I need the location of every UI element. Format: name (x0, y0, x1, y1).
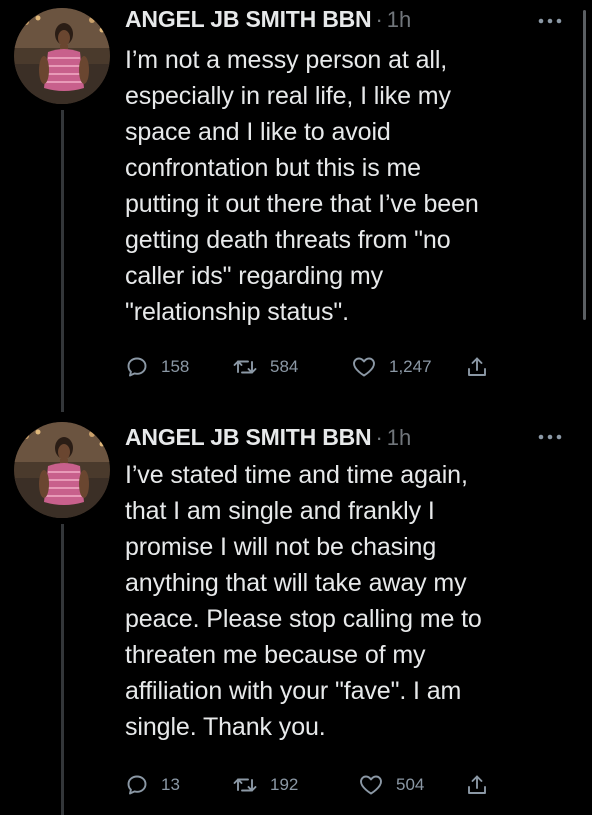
reply-count: 158 (161, 357, 190, 376)
tweet-header: ANGEL JB SMITH BBN · 1h (125, 424, 411, 454)
tweet-text: I’ve stated time and time again, that I … (125, 461, 482, 741)
reply-icon (127, 357, 147, 377)
reply-count: 13 (161, 775, 180, 794)
reply-icon (127, 775, 147, 795)
like-count: 1,247 (389, 357, 432, 376)
tweet-text: I’m not a messy person at all, especiall… (125, 46, 479, 326)
retweet-icon (233, 778, 257, 792)
author-name[interactable]: ANGEL JB SMITH BBN (125, 424, 372, 451)
avatar[interactable] (14, 8, 110, 104)
retweet-icon (233, 360, 257, 374)
tweet[interactable]: ANGEL JB SMITH BBN · 1h I’m not a messy … (0, 0, 592, 412)
more-icon[interactable] (534, 424, 566, 450)
heart-icon (353, 357, 375, 377)
tweet-actions: 13 192 504 (125, 770, 525, 800)
timestamp[interactable]: 1h (387, 7, 411, 33)
separator-dot: · (375, 7, 383, 32)
like-button[interactable]: 1,247 (351, 352, 432, 382)
separator-dot: · (375, 425, 383, 450)
tweet[interactable]: ANGEL JB SMITH BBN · 1h I’ve stated time… (0, 412, 592, 815)
like-count: 504 (396, 775, 425, 794)
like-button[interactable]: 504 (358, 770, 424, 800)
scrollbar[interactable] (583, 10, 586, 320)
share-icon (468, 357, 486, 376)
share-icon (468, 775, 486, 794)
heart-icon (360, 775, 382, 795)
reply-button[interactable]: 158 (125, 352, 189, 382)
avatar[interactable] (14, 422, 110, 518)
retweet-count: 584 (270, 357, 299, 376)
retweet-count: 192 (270, 775, 299, 794)
share-button[interactable] (465, 770, 489, 800)
reply-button[interactable]: 13 (125, 770, 180, 800)
timestamp[interactable]: 1h (387, 425, 411, 451)
thread-line (61, 110, 64, 412)
author-name[interactable]: ANGEL JB SMITH BBN (125, 6, 372, 33)
retweet-button[interactable]: 192 (232, 770, 298, 800)
tweet-header: ANGEL JB SMITH BBN · 1h (125, 6, 411, 36)
tweet-actions: 158 584 1,247 (125, 352, 525, 382)
retweet-button[interactable]: 584 (232, 352, 298, 382)
share-button[interactable] (465, 352, 489, 382)
more-icon[interactable] (534, 8, 566, 34)
thread-line (61, 524, 64, 815)
